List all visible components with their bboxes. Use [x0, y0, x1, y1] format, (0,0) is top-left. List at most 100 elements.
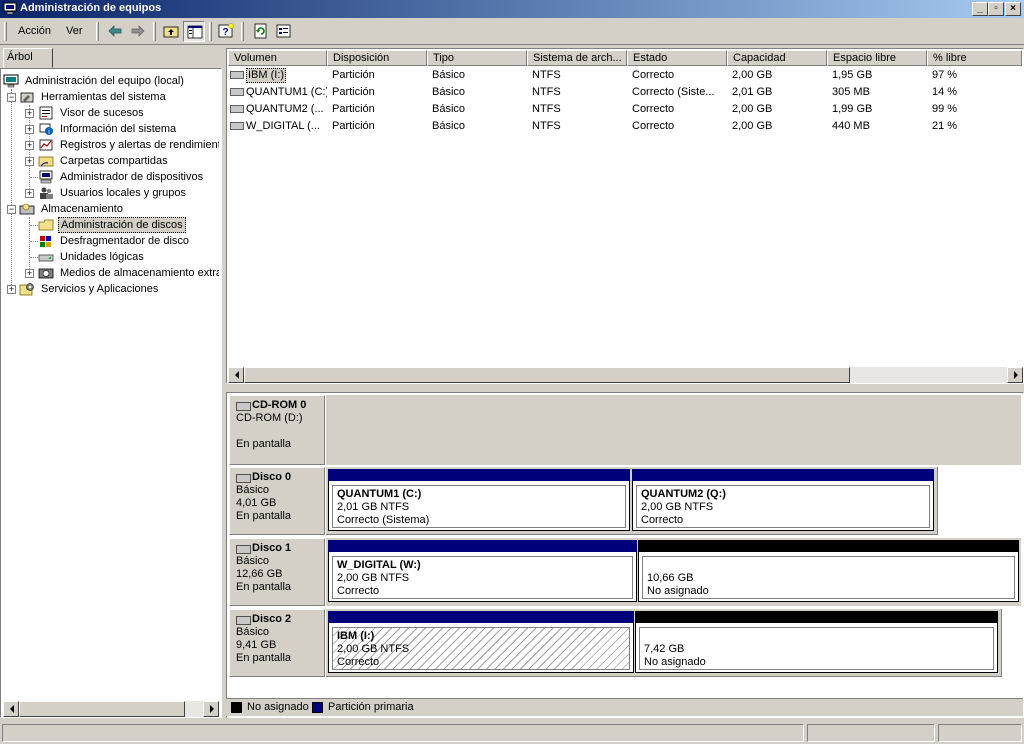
users-icon [40, 187, 53, 199]
partition-name: QUANTUM1 (C:) [337, 488, 422, 500]
disk-label-disco-2[interactable]: Disco 2 Básico 9,41 GB En pantalla [229, 609, 325, 677]
partition-status: Correcto [337, 585, 380, 597]
drive-icon [230, 71, 244, 79]
cell-disposicion: Partición [332, 103, 375, 115]
expand-icon[interactable]: + [25, 125, 34, 134]
cell-estado: Correcto [632, 120, 675, 132]
unallocated-space-disk2[interactable]: 7,42 GB No asignado [635, 611, 998, 673]
tree-item-registros[interactable]: Registros y alertas de rendimiento [38, 137, 219, 153]
properties-button[interactable] [273, 21, 295, 42]
column-header-volumen[interactable]: Volumen [228, 50, 327, 66]
primary-partition-bar [328, 611, 634, 623]
expand-icon[interactable]: + [25, 269, 34, 278]
disk0-type: Básico [236, 484, 270, 496]
tree-item-carpetas[interactable]: Carpetas compartidas [38, 153, 219, 169]
volume-list[interactable]: Volumen Disposición Tipo Sistema de arch… [226, 48, 1024, 384]
partition-w-digital[interactable]: W_DIGITAL (W:) 2,00 GB NTFS Correcto [328, 540, 637, 602]
column-header-disposicion[interactable]: Disposición [327, 50, 427, 66]
toolbar-grip[interactable] [4, 22, 7, 41]
partition-quantum1[interactable]: QUANTUM1 (C:) 2,01 GB NTFS Correcto (Sis… [328, 469, 630, 531]
disk-label-cdrom[interactable]: CD-ROM 0 CD-ROM (D:) En pantalla [229, 395, 325, 465]
tree-item-usuarios[interactable]: Usuarios locales y grupos [38, 185, 219, 201]
tree-scroll-right-button[interactable] [203, 701, 219, 717]
disk-label-disco-1[interactable]: Disco 1 Básico 12,66 GB En pantalla [229, 538, 325, 606]
list-scroll-thumb[interactable] [244, 367, 850, 383]
close-button[interactable]: × [1005, 2, 1021, 16]
cell-tipo: Básico [432, 120, 466, 132]
tree-item-medios[interactable]: Medios de almacenamiento extraíbles [38, 265, 219, 281]
tree-item-dispositivos[interactable]: Administrador de dispositivos [38, 169, 219, 185]
cdrom-drive: CD-ROM (D:) [236, 412, 303, 424]
maximize-button[interactable]: ▫ [988, 2, 1004, 16]
column-header-capacidad[interactable]: Capacidad [727, 50, 827, 66]
legend-swatch-primary [312, 702, 323, 713]
removable-storage-icon [38, 268, 54, 279]
partition-body: 7,42 GB No asignado [639, 627, 994, 670]
partition-status: No asignado [644, 656, 706, 668]
column-header-tipo[interactable]: Tipo [427, 50, 527, 66]
forward-button[interactable] [127, 21, 149, 42]
column-header-sistema-archivos[interactable]: Sistema de arch... [527, 50, 627, 66]
expand-icon[interactable]: + [25, 189, 34, 198]
column-header-espacio-libre[interactable]: Espacio libre [827, 50, 927, 66]
column-header-estado[interactable]: Estado [627, 50, 727, 66]
tree-item-unidades[interactable]: Unidades lógicas [38, 249, 219, 265]
disk-graphical-view[interactable]: CD-ROM 0 CD-ROM (D:) En pantalla Disco 0… [226, 392, 1024, 718]
partition-body: QUANTUM1 (C:) 2,01 GB NTFS Correcto (Sis… [332, 485, 626, 528]
minimize-button[interactable]: _ [972, 2, 988, 16]
expand-icon[interactable]: + [7, 285, 16, 294]
collapse-icon[interactable]: − [7, 205, 16, 214]
list-scroll-left-button[interactable] [228, 367, 244, 383]
partition-name: W_DIGITAL (W:) [337, 559, 421, 571]
pane-splitter[interactable] [226, 385, 1024, 391]
cell-sistema: NTFS [532, 120, 561, 132]
partition-ibm[interactable]: IBM (I:) 2,00 GB NTFS Correcto [328, 611, 634, 673]
unallocated-space-disk1[interactable]: 10,66 GB No asignado [638, 540, 1019, 602]
title-bar[interactable]: Administración de equipos _ ▫ × [0, 0, 1024, 18]
expand-icon[interactable]: + [25, 141, 34, 150]
cell-tipo: Básico [432, 103, 466, 115]
cell-espacio-libre: 305 MB [832, 86, 870, 98]
tree-item-servicios[interactable]: Servicios y Aplicaciones [19, 281, 219, 297]
expand-icon[interactable]: + [25, 157, 34, 166]
cell-disposicion: Partición [332, 69, 375, 81]
collapse-icon[interactable]: − [7, 93, 16, 102]
cell-sistema: NTFS [532, 103, 561, 115]
tree-item-desfragmentador[interactable]: Desfragmentador de disco [38, 233, 219, 249]
cell-estado: Correcto (Siste... [632, 86, 715, 98]
disk0-status: En pantalla [236, 510, 292, 522]
disk1-type: Básico [236, 555, 270, 567]
disk-label-disco-0[interactable]: Disco 0 Básico 4,01 GB En pantalla [229, 467, 325, 535]
expand-icon[interactable]: + [25, 109, 34, 118]
status-panel [938, 724, 1022, 742]
menu-ver[interactable]: Ver [66, 25, 83, 37]
status-panel-main [2, 724, 804, 742]
tree-item-computer[interactable]: Administración del equipo (local) [3, 73, 221, 89]
unallocated-bar [635, 611, 998, 623]
cell-capacidad: 2,00 GB [732, 69, 773, 81]
tree-panel[interactable]: Administración del equipo (local) − Herr… [0, 68, 222, 718]
partition-quantum2[interactable]: QUANTUM2 (Q:) 2,00 GB NTFS Correcto [632, 469, 934, 531]
svg-text:?: ? [222, 27, 228, 38]
tree-item-informacion[interactable]: i Información del sistema [38, 121, 219, 137]
cell-tipo: Básico [432, 69, 466, 81]
tree-item-admin-discos[interactable]: Administración de discos [38, 217, 219, 233]
tree-scroll-left-button[interactable] [3, 701, 19, 717]
back-button[interactable] [104, 21, 126, 42]
tab-arbol[interactable]: Árbol [3, 48, 53, 68]
refresh-button[interactable] [250, 21, 272, 42]
show-hide-tree-button[interactable] [183, 21, 205, 42]
disk1-status: En pantalla [236, 581, 292, 593]
tree-scroll-thumb[interactable] [19, 701, 185, 717]
tree-item-visor-sucesos[interactable]: Visor de sucesos [38, 105, 219, 121]
menu-accion[interactable]: Acción [18, 25, 51, 37]
partition-size: 2,01 GB NTFS [337, 501, 410, 513]
column-header-porcentaje-libre[interactable]: % libre [927, 50, 1022, 66]
tree-item-almacenamiento[interactable]: Almacenamiento [19, 201, 219, 217]
list-scroll-right-button[interactable] [1007, 367, 1023, 383]
help-button[interactable]: ? [215, 21, 237, 42]
tree-item-herramientas[interactable]: Herramientas del sistema [19, 89, 219, 105]
cell-espacio-libre: 1,99 GB [832, 103, 873, 115]
up-one-level-button[interactable] [160, 21, 182, 42]
partition-status: Correcto (Sistema) [337, 514, 430, 526]
